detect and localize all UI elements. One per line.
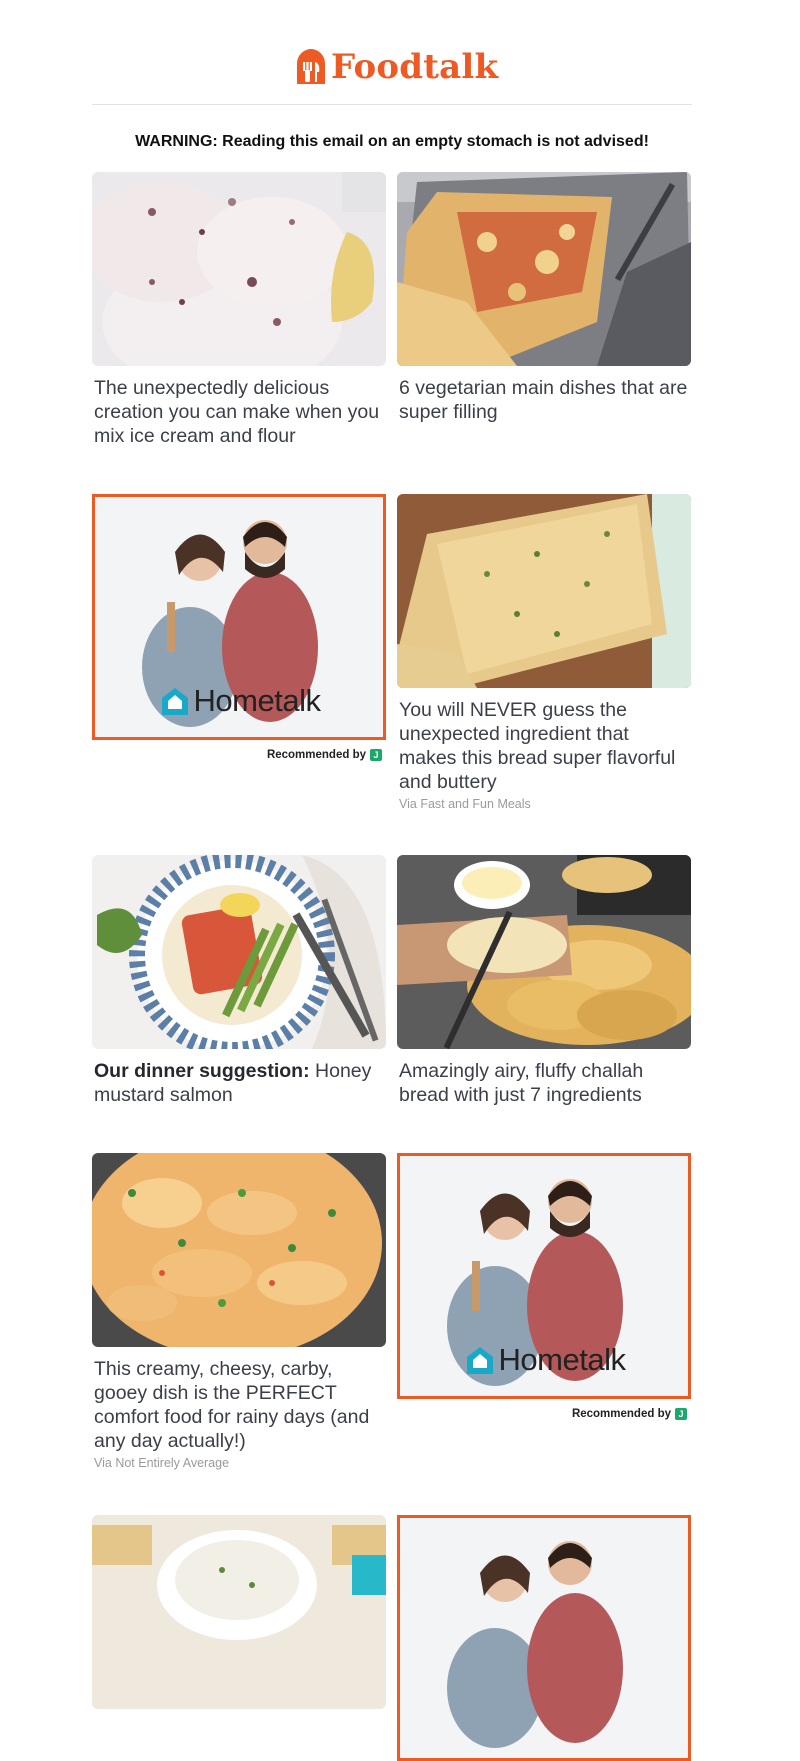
hometalk-ad-image[interactable] [397,1515,691,1761]
article-title[interactable]: This creamy, cheesy, carby, gooey dish i… [94,1357,384,1453]
article-card[interactable]: The unexpectedly delicious creation you … [92,172,386,448]
article-card[interactable] [92,1515,386,1709]
article-title[interactable]: You will NEVER guess the unexpected ingr… [399,698,689,794]
article-source[interactable]: Via Not Entirely Average [94,1456,384,1470]
house-icon [161,688,188,715]
brand-name: Foodtalk [331,47,499,87]
sponsored-ad[interactable] [397,1515,691,1761]
recommended-by[interactable]: Recommended by J [397,1408,691,1420]
article-card[interactable]: You will NEVER guess the unexpected ingr… [397,494,691,811]
sponsored-ad[interactable]: Hometalk Recommended by J [92,494,386,761]
article-image-dip[interactable] [92,1515,386,1709]
jeeng-logo-icon: J [675,1408,687,1420]
article-card[interactable]: 6 vegetarian main dishes that are super … [397,172,691,424]
header-divider [92,104,692,105]
hometalk-brand: Hometalk [400,1342,688,1378]
article-source[interactable]: Via Fast and Fun Meals [399,797,689,811]
jeeng-logo-icon: J [370,749,382,761]
article-image-bread[interactable] [397,494,691,688]
house-icon [466,1347,493,1374]
article-title[interactable]: 6 vegetarian main dishes that are super … [399,376,689,424]
hometalk-ad-image[interactable]: Hometalk [397,1153,691,1399]
article-card[interactable]: Our dinner suggestion: Honey mustard sal… [92,855,386,1107]
warning-text: WARNING: Reading this email on an empty … [135,133,649,150]
article-image-challah[interactable] [397,855,691,1049]
hometalk-brand: Hometalk [95,683,383,719]
sponsored-ad[interactable]: Hometalk Recommended by J [397,1153,691,1420]
article-image-ice-cream[interactable] [92,172,386,366]
article-card[interactable]: This creamy, cheesy, carby, gooey dish i… [92,1153,386,1470]
article-title[interactable]: Our dinner suggestion: Honey mustard sal… [94,1059,384,1107]
article-card[interactable]: Amazingly airy, fluffy challah bread wit… [397,855,691,1107]
hometalk-ad-image[interactable]: Hometalk [92,494,386,740]
article-title[interactable]: The unexpectedly delicious creation you … [94,376,384,448]
article-image-pasta-bake[interactable] [92,1153,386,1347]
article-image-lasagna[interactable] [397,172,691,366]
foodtalk-logo[interactable]: Foodtalk [293,46,498,88]
chef-hat-icon [297,49,325,84]
article-image-salmon[interactable] [92,855,386,1049]
recommended-by[interactable]: Recommended by J [92,749,386,761]
article-title[interactable]: Amazingly airy, fluffy challah bread wit… [399,1059,689,1107]
